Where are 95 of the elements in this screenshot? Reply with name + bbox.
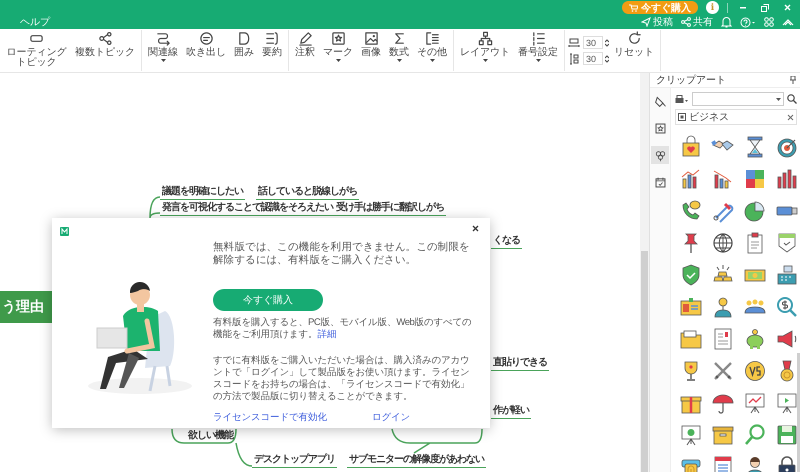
- send-icon: [641, 17, 651, 27]
- cash-register-icon[interactable]: [775, 263, 799, 287]
- panel-title: クリップアート: [656, 74, 726, 87]
- category-icon: [678, 113, 686, 121]
- logo-icon: [60, 227, 69, 236]
- dialog-message: 無料版では、この機能を利用できません。この制限を解除するには、有料版をご購入ください。: [213, 241, 471, 267]
- toolbar-button[interactable]: 要約: [259, 30, 285, 71]
- toolbar-button[interactable]: 吹き出し: [183, 30, 229, 71]
- topic-label[interactable]: 欲しい機能: [186, 428, 235, 443]
- star-frame-icon: [654, 122, 666, 134]
- caret-icon: [430, 59, 434, 62]
- scrollbar-thumb[interactable]: [797, 353, 800, 472]
- topic-label[interactable]: デスクトップアプリ: [252, 452, 337, 468]
- toolbar-button[interactable]: 数式: [386, 30, 412, 71]
- curved-arrow-icon: [156, 31, 170, 46]
- calendar-check-icon: [654, 176, 666, 188]
- toolbar-button[interactable]: 囲み: [231, 30, 257, 71]
- license-info: すでに有料版をご購入いただいた場合は、購入済みのアカウントで「ログイン」して製品版をお使い頂けます。ライセンスコードをお持ちの場合は、「ライセンスコードで有効化」の方法で製品版に切り替えることができます。: [213, 355, 470, 403]
- close-icon[interactable]: [787, 114, 794, 120]
- image-icon: [364, 31, 378, 46]
- toolbar-button[interactable]: レイアウト: [457, 30, 513, 71]
- license-link[interactable]: ライセンスコードで有効化: [213, 411, 372, 424]
- collapse-icon[interactable]: [782, 18, 794, 26]
- caret-icon: [482, 59, 488, 62]
- coin-icon[interactable]: [743, 359, 767, 383]
- toolbar-button[interactable]: 番号設定: [515, 30, 561, 71]
- document-icon: [424, 31, 440, 46]
- presentation-icon[interactable]: [679, 423, 703, 447]
- speech-bubble-icon: [198, 31, 214, 46]
- video-board-icon[interactable]: [775, 391, 799, 415]
- boundary-icon: [236, 31, 252, 46]
- close-icon: [784, 4, 790, 11]
- toolbar-button[interactable]: 画像: [358, 30, 384, 71]
- chart-board-icon[interactable]: [743, 391, 767, 415]
- reset-button[interactable]: リセット: [611, 30, 657, 71]
- login-link[interactable]: ログイン: [372, 411, 410, 424]
- spacing-field[interactable]: 30: [583, 52, 603, 65]
- globe-icon[interactable]: [711, 231, 735, 255]
- share-icon: [681, 17, 691, 27]
- caret-icon: [536, 59, 540, 62]
- search-icon[interactable]: [787, 94, 797, 104]
- library-dropdown-icon[interactable]: [675, 94, 689, 104]
- pin-icon[interactable]: [790, 76, 796, 84]
- numbered-list-icon: [530, 31, 546, 46]
- minimize-icon: [740, 6, 746, 8]
- org-chart-icon: [478, 31, 492, 46]
- topic-label[interactable]: 話していると脱線しがち: [256, 184, 359, 200]
- central-topic[interactable]: う理由: [0, 291, 52, 323]
- toolbar-button[interactable]: その他: [414, 30, 450, 71]
- vertical-spacing-icon: [568, 52, 580, 64]
- topic-label[interactable]: くなる: [491, 233, 522, 249]
- caret-icon: [776, 98, 781, 100]
- clover-icon: [654, 148, 666, 162]
- spinner-icon: [605, 54, 609, 62]
- topic-label[interactable]: 受け手は勝手に翻訳しがち: [334, 200, 446, 216]
- panel-tab[interactable]: [651, 146, 669, 164]
- toolbar-button[interactable]: 複数トピック: [72, 30, 138, 71]
- help-icon[interactable]: [740, 16, 756, 28]
- feature-note: 有料版を購入すると、PC版、モバイル版、Web版のすべての機能をご利用頂けます。詳細: [213, 317, 472, 341]
- toolbar-button[interactable]: マーク: [320, 30, 356, 71]
- topic-label[interactable]: 議題を明確にしたい: [160, 184, 245, 200]
- branch-icon: [98, 31, 112, 46]
- toolbar-button[interactable]: ローティングトピック: [3, 30, 70, 71]
- paint-bucket-icon: [654, 94, 666, 108]
- topic-label[interactable]: 作が軽い: [491, 403, 531, 419]
- restore-button[interactable]: [758, 2, 772, 14]
- topic-label[interactable]: サブモニターの解像度があわない: [347, 452, 486, 468]
- caret-icon: [336, 59, 340, 62]
- search-field[interactable]: [692, 92, 784, 106]
- star-frame-icon: [330, 31, 346, 46]
- cart-icon: [629, 4, 638, 12]
- caret-icon: [160, 59, 166, 62]
- restore-icon: [761, 4, 769, 12]
- topic-label[interactable]: 直貼りできる: [491, 355, 549, 371]
- pie-chart-icon[interactable]: [743, 199, 767, 223]
- toolbar-button[interactable]: 関連線: [145, 30, 181, 71]
- spinner-icon: [605, 38, 609, 46]
- topic-label[interactable]: 発言を可視化することで認識をそろえたい: [160, 200, 335, 216]
- bar-chart-icon[interactable]: [775, 167, 799, 191]
- magnifier-icon[interactable]: [743, 423, 767, 447]
- horizontal-spacing-icon: [568, 36, 580, 48]
- details-link[interactable]: 詳細: [318, 329, 336, 340]
- bell-icon[interactable]: [721, 16, 732, 28]
- summary-icon: [264, 31, 280, 46]
- apps-icon[interactable]: [764, 17, 774, 27]
- category-tag[interactable]: ビジネス: [675, 109, 797, 125]
- caret-icon: [396, 59, 402, 62]
- toolbar-button[interactable]: 注釈: [292, 30, 318, 71]
- close-icon: [472, 225, 479, 232]
- reset-icon: [626, 31, 642, 46]
- pencil-icon: [298, 31, 312, 46]
- spacing-field[interactable]: 30: [583, 36, 603, 49]
- scrollbar-thumb[interactable]: [641, 251, 648, 472]
- puzzle-icon[interactable]: [743, 167, 767, 191]
- dollar-search-icon[interactable]: [775, 295, 799, 319]
